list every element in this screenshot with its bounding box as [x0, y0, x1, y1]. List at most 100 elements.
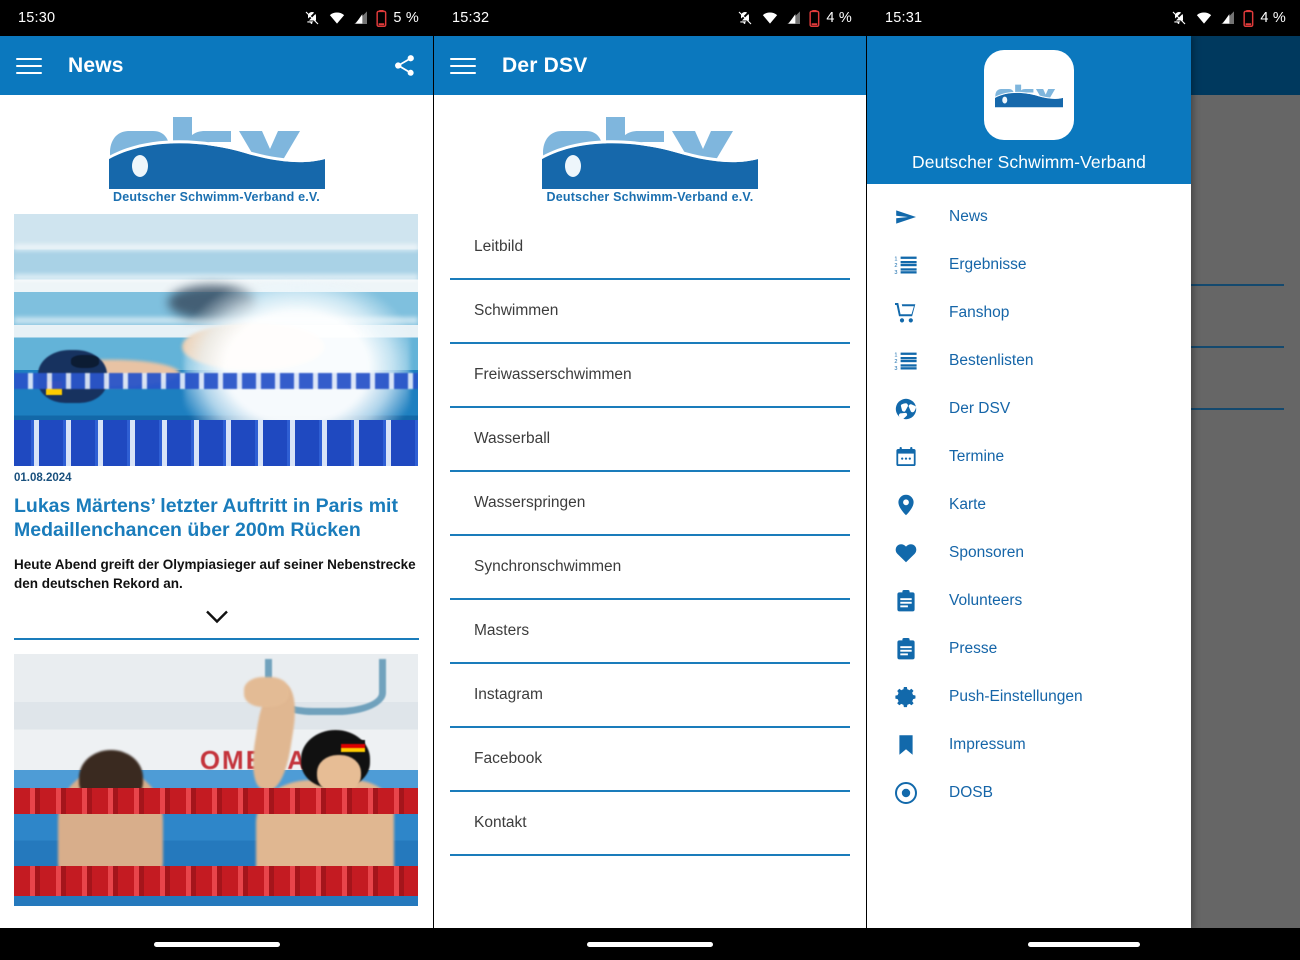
notifications-muted-icon	[306, 11, 319, 25]
dsv-logo: Deutscher Schwimm-Verband e.V.	[434, 95, 866, 214]
share-icon[interactable]	[389, 51, 419, 81]
svg-text:2: 2	[894, 359, 897, 365]
drawer-item-sponsoren[interactable]: Sponsoren	[867, 529, 1191, 577]
map-pin-icon	[893, 492, 919, 518]
drawer-item-impressum[interactable]: Impressum	[867, 721, 1191, 769]
system-nav-bar	[0, 928, 433, 960]
system-nav-bar	[867, 928, 1300, 960]
article-photo	[14, 214, 418, 466]
news-article[interactable]: 01.08.2024 Lukas Märtens’ letzter Auftri…	[0, 214, 433, 638]
page-title: News	[68, 53, 124, 77]
hamburger-icon[interactable]	[16, 56, 42, 76]
article-photo: OMEGA	[14, 654, 418, 907]
status-bar: 15:32 4 %	[434, 0, 866, 36]
drawer-item-label: Der DSV	[949, 400, 1011, 417]
news-scroll-area[interactable]: Deutscher Schwimm-Verband e.V. 01.08.202…	[0, 95, 433, 928]
chevron-down-icon[interactable]	[14, 593, 419, 638]
app-bar: Der DSV	[434, 36, 866, 95]
shopping-cart-icon	[893, 300, 919, 326]
drawer-item-der-dsv[interactable]: Der DSV	[867, 385, 1191, 433]
svg-text:2: 2	[894, 263, 897, 269]
article-teaser: Heute Abend greift der Olympiasieger auf…	[14, 556, 416, 591]
gesture-pill[interactable]	[153, 941, 280, 947]
drawer-item-ergebnisse[interactable]: 1 2 3 Ergebnisse	[867, 241, 1191, 289]
svg-text:1: 1	[894, 353, 897, 359]
dsv-list-item[interactable]: Kontakt	[450, 792, 850, 854]
battery-low-icon	[809, 9, 820, 27]
dsv-list-item[interactable]: Leitbild	[450, 216, 850, 278]
dsv-list-item-label: Wasserspringen	[474, 494, 586, 511]
drawer-item-karte[interactable]: Karte	[867, 481, 1191, 529]
status-icons: 4 %	[1170, 9, 1286, 27]
dsv-list-item-label: Schwimmen	[474, 302, 559, 319]
drawer-item-label: Fanshop	[949, 304, 1010, 321]
dsv-list-item-label: Kontakt	[474, 814, 527, 831]
dsv-list-item-label: Masters	[474, 622, 530, 639]
gear-icon	[893, 684, 919, 710]
list-divider	[450, 854, 850, 856]
dsv-section-list[interactable]: Leitbild Schwimmen Freiwasserschwimmen Wass…	[434, 214, 866, 856]
gesture-pill[interactable]	[1027, 941, 1140, 947]
news-article[interactable]: OMEGA	[0, 654, 433, 907]
drawer-item-label: Sponsoren	[949, 544, 1024, 561]
dsv-list-item[interactable]: Masters	[450, 600, 850, 662]
dsv-list-item-label: Leitbild	[474, 238, 524, 255]
dsv-logo-icon	[108, 117, 325, 189]
dsv-list-item-label: Freiwasserschwimmen	[474, 366, 632, 383]
radio-target-icon	[893, 780, 919, 806]
battery-low-icon	[1243, 9, 1254, 27]
svg-text:3: 3	[894, 366, 897, 372]
gesture-pill[interactable]	[587, 941, 713, 947]
dsv-list-item-label: Facebook	[474, 750, 543, 767]
logo-caption: Deutscher Schwimm-Verband e.V.	[546, 190, 754, 204]
drawer-item-news[interactable]: News	[867, 193, 1191, 241]
dsv-list-item[interactable]: Instagram	[450, 664, 850, 726]
app-bar: News	[0, 36, 433, 95]
drawer-item-label: Karte	[949, 496, 987, 513]
cellular-signal-icon	[1221, 11, 1235, 24]
numbered-list-icon: 123	[893, 348, 919, 374]
drawer-menu-list[interactable]: News 1 2 3 Ergebnisse Fanshop 1 2 3 Bestenlisten D…	[867, 184, 1191, 817]
drawer-header: Deutscher Schwimm-Verband	[867, 36, 1191, 184]
numbered-list-icon: 123	[893, 252, 919, 278]
drawer-item-presse[interactable]: Presse	[867, 625, 1191, 673]
status-time: 15:32	[452, 10, 490, 26]
dsv-list-item[interactable]: Facebook	[450, 728, 850, 790]
dsv-list-item[interactable]: Freiwasserschwimmen	[450, 344, 850, 406]
drawer-item-bestenlisten[interactable]: 1 2 3 Bestenlisten	[867, 337, 1191, 385]
battery-percent: 4 %	[826, 10, 852, 26]
dsv-scroll-area[interactable]: Deutscher Schwimm-Verband e.V. Leitbild S…	[434, 95, 866, 928]
dsv-list-item[interactable]: Wasserspringen	[450, 472, 850, 534]
article-date: 01.08.2024	[14, 472, 72, 484]
dsv-list-item[interactable]: Schwimmen	[450, 280, 850, 342]
wifi-icon	[330, 12, 345, 24]
system-nav-bar	[434, 928, 866, 960]
svg-text:3: 3	[894, 270, 897, 276]
aperture-icon	[893, 396, 919, 422]
heart-icon	[893, 540, 919, 566]
status-time: 15:30	[18, 10, 56, 26]
drawer-item-label: Bestenlisten	[949, 352, 1034, 369]
drawer-item-label: Volunteers	[949, 592, 1023, 609]
notifications-muted-icon	[1173, 11, 1186, 25]
drawer-item-fanshop[interactable]: Fanshop	[867, 289, 1191, 337]
drawer-item-termine[interactable]: Termine	[867, 433, 1191, 481]
dsv-list-item[interactable]: Wasserball	[450, 408, 850, 470]
drawer-item-push-einstellungen[interactable]: Push-Einstellungen	[867, 673, 1191, 721]
dsv-list-item[interactable]: Synchronschwimmen	[450, 536, 850, 598]
calendar-icon	[893, 444, 919, 470]
article-headline[interactable]: Lukas Märtens’ letzter Auftritt in Paris…	[14, 494, 419, 543]
drawer-item-dosb[interactable]: DOSB	[867, 769, 1191, 817]
hamburger-icon[interactable]	[450, 56, 476, 76]
screen-navigation-drawer: 15:31 4 % Deutscher Schwimm-Verband News…	[866, 0, 1300, 960]
drawer-item-volunteers[interactable]: Volunteers	[867, 577, 1191, 625]
dsv-list-item-label: Synchronschwimmen	[474, 558, 622, 575]
send-icon	[893, 204, 919, 230]
drawer-app-name: Deutscher Schwimm-Verband	[912, 152, 1146, 172]
status-icons: 5 %	[303, 9, 419, 27]
cellular-signal-icon	[354, 11, 368, 24]
drawer-item-label: Push-Einstellungen	[949, 688, 1083, 705]
clipboard-icon	[893, 588, 919, 614]
status-bar: 15:31 4 %	[867, 0, 1300, 36]
battery-percent: 5 %	[393, 10, 419, 26]
